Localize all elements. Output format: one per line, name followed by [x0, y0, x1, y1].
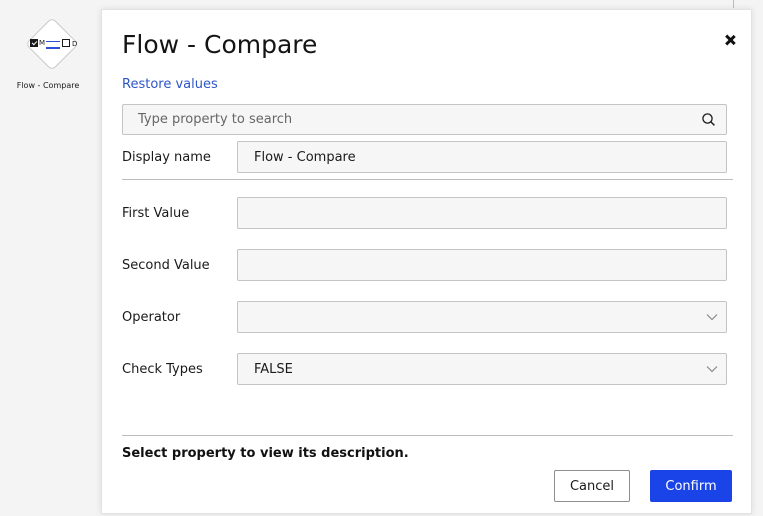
operator-select[interactable]	[237, 301, 727, 333]
node-line-icon	[46, 41, 60, 42]
confirm-button[interactable]: Confirm	[650, 470, 732, 502]
second-value-field[interactable]	[237, 249, 727, 281]
display-name-value: Flow - Compare	[254, 150, 356, 165]
divider	[122, 435, 733, 436]
node-glyph-m: M	[39, 39, 46, 47]
check-types-label: Check Types	[122, 362, 203, 377]
second-value-label: Second Value	[122, 258, 210, 273]
chevron-down-icon	[706, 366, 718, 373]
properties-dialog: Flow - Compare Restore values Display na…	[101, 9, 752, 514]
display-name-field[interactable]: Flow - Compare	[237, 141, 727, 173]
check-types-select[interactable]: FALSE	[237, 353, 727, 385]
search-icon[interactable]	[702, 113, 715, 126]
node-glyphs: M D	[25, 36, 79, 52]
display-name-label: Display name	[122, 150, 211, 165]
dialog-title: Flow - Compare	[122, 30, 318, 59]
first-value-label: First Value	[122, 206, 190, 221]
canvas-node-label: Flow - Compare	[16, 81, 80, 90]
operator-label: Operator	[122, 310, 181, 325]
divider	[122, 179, 733, 180]
checkbox-checked-icon	[30, 39, 38, 47]
node-glyph-d: D	[72, 40, 78, 48]
cancel-button[interactable]: Cancel	[554, 470, 630, 502]
chevron-down-icon	[706, 314, 718, 321]
restore-values-link[interactable]: Restore values	[122, 77, 218, 92]
property-search	[122, 104, 727, 135]
check-types-value: FALSE	[254, 362, 293, 377]
canvas-node-flow-compare[interactable]: M D Flow - Compare	[6, 12, 90, 102]
canvas-edge	[733, 0, 734, 8]
compare-node-icon: M D	[25, 17, 79, 71]
close-icon[interactable]	[722, 32, 738, 48]
first-value-field[interactable]	[237, 197, 727, 229]
node-line-icon	[46, 47, 60, 49]
checkbox-empty-icon	[62, 39, 70, 47]
search-input[interactable]	[123, 105, 693, 134]
property-description: Select property to view its description.	[122, 446, 409, 461]
